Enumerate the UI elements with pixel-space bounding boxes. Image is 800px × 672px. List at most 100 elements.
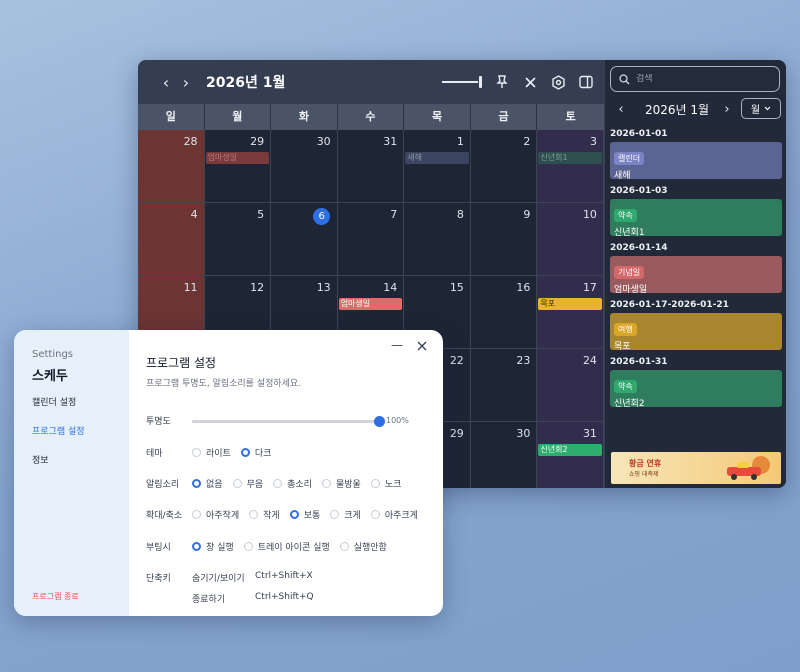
zoom-label: 확대/축소 xyxy=(146,511,183,521)
calendar-event[interactable]: 엄마생일 xyxy=(338,298,403,310)
day-cell[interactable]: 30 xyxy=(470,422,538,488)
day-cell[interactable]: 28 xyxy=(138,130,205,203)
radio-button[interactable] xyxy=(232,479,242,488)
day-cell[interactable]: 6 xyxy=(271,203,338,276)
search-box[interactable] xyxy=(610,66,780,92)
event-card[interactable]: 여행 목포 xyxy=(610,313,782,352)
event-card[interactable]: 기념일 엄마생일 xyxy=(610,256,782,295)
radio-button[interactable] xyxy=(330,510,340,519)
settings-window: Settings 스케두 캘린더 설정 프로그램 설정 정보 프로그램 종료 —… xyxy=(14,330,443,616)
day-cell[interactable]: 31 신년회2 xyxy=(537,422,604,488)
radio-button[interactable] xyxy=(249,510,259,519)
quit-program-link[interactable]: 프로그램 종료 xyxy=(32,591,79,602)
menu-info[interactable]: 정보 xyxy=(32,453,49,466)
day-cell[interactable]: 7 xyxy=(337,203,405,276)
boot-option[interactable]: 트레이 아이콘 실행 xyxy=(243,540,330,553)
calendar-event[interactable]: 목포 xyxy=(538,298,602,310)
prev-month-button[interactable]: ‹ xyxy=(156,73,176,92)
settings-gear-icon[interactable] xyxy=(550,74,566,90)
sound-option[interactable]: 무음 xyxy=(232,477,263,490)
radio-button[interactable] xyxy=(192,542,201,551)
opacity-thumb[interactable] xyxy=(374,415,385,427)
day-cell[interactable]: 29 엄마생일 xyxy=(204,130,272,203)
radio-button[interactable] xyxy=(321,479,331,488)
day-cell[interactable]: 1 새해 xyxy=(404,130,471,203)
zoom-option[interactable]: 보통 xyxy=(289,508,321,521)
radio-button[interactable] xyxy=(339,542,349,551)
date-number: 1 xyxy=(456,135,464,148)
shortcut-key: Ctrl+Shift+Q xyxy=(255,592,314,602)
close-icon[interactable] xyxy=(522,74,538,90)
day-cell[interactable]: 9 xyxy=(470,203,538,276)
event-card[interactable]: 캘린더 새해 xyxy=(610,142,782,181)
shortcut-key: Ctrl+Shift+X xyxy=(255,571,313,581)
zoom-option[interactable]: 아주작게 xyxy=(192,508,239,521)
day-cell[interactable]: 10 xyxy=(537,203,604,276)
day-cell[interactable]: 5 xyxy=(204,203,272,276)
day-cell[interactable]: 2 xyxy=(470,130,538,203)
pin-icon[interactable] xyxy=(494,74,510,90)
event-card[interactable]: 약속 신년회1 xyxy=(610,199,782,238)
zoom-options: 아주작게 작게 보통 크게 아주크게 xyxy=(192,508,428,521)
sidebar-prev-button[interactable]: ‹ xyxy=(611,102,631,117)
sound-option[interactable]: 없음 xyxy=(192,477,223,490)
radio-button[interactable] xyxy=(192,448,201,457)
day-cell[interactable]: 23 xyxy=(470,349,538,422)
shortcut-action: 종료하기 xyxy=(192,595,226,605)
zoom-option-label: 아주작게 xyxy=(206,511,240,521)
sound-option[interactable]: 물방울 xyxy=(321,477,361,490)
boot-option[interactable]: 실행안함 xyxy=(339,540,387,553)
radio-button[interactable] xyxy=(273,479,283,488)
app-name: 스케두 xyxy=(32,369,68,384)
opacity-slider-icon[interactable] xyxy=(442,76,482,88)
zoom-option-label: 보통 xyxy=(303,511,321,521)
day-cell[interactable]: 16 xyxy=(470,276,538,349)
next-month-button[interactable]: › xyxy=(176,73,196,92)
day-cell[interactable]: 30 xyxy=(271,130,338,203)
date-number: 23 xyxy=(516,354,531,367)
menu-calendar-settings[interactable]: 캘린더 설정 xyxy=(32,395,76,408)
view-select[interactable]: 월 xyxy=(741,98,781,119)
radio-button[interactable] xyxy=(289,510,299,519)
calendar-event[interactable]: 새해 xyxy=(405,152,469,164)
date-number: 14 xyxy=(383,281,398,294)
sidebar-month-label: 2026년 1월 xyxy=(645,102,710,117)
radio-button[interactable] xyxy=(192,510,201,519)
sidebar-toggle-icon[interactable] xyxy=(578,74,594,90)
sidebar-next-button[interactable]: › xyxy=(717,102,737,117)
ad-banner[interactable]: 황금 연휴 쇼핑 대축제 xyxy=(611,452,781,484)
date-number: 5 xyxy=(257,208,265,221)
theme-option[interactable]: 라이트 xyxy=(192,446,231,459)
search-input[interactable] xyxy=(636,74,766,84)
sound-option[interactable]: 총소리 xyxy=(273,477,312,490)
calendar-event[interactable]: 엄마생일 xyxy=(205,152,270,164)
day-cell[interactable]: 8 xyxy=(404,203,471,276)
settings-sidebar: Settings 스케두 캘린더 설정 프로그램 설정 정보 프로그램 종료 xyxy=(14,330,129,616)
boot-option[interactable]: 창 실행 xyxy=(192,540,234,553)
event-card[interactable]: 약속 신년회2 xyxy=(610,370,782,409)
opacity-slider[interactable] xyxy=(192,415,385,427)
radio-button[interactable] xyxy=(370,479,380,488)
close-settings-icon[interactable] xyxy=(417,340,427,354)
radio-button[interactable] xyxy=(370,510,380,519)
day-cell[interactable]: 4 xyxy=(138,203,205,276)
day-cell[interactable]: 24 xyxy=(537,349,604,422)
radio-button[interactable] xyxy=(192,479,201,488)
weekday-label: 목 xyxy=(404,104,471,130)
radio-button[interactable] xyxy=(243,542,253,551)
theme-option[interactable]: 다크 xyxy=(240,446,271,459)
zoom-option[interactable]: 크게 xyxy=(330,508,361,521)
radio-button[interactable] xyxy=(240,448,250,457)
sound-option[interactable]: 노크 xyxy=(370,477,401,490)
minimize-icon[interactable]: — xyxy=(391,338,403,352)
zoom-option[interactable]: 작게 xyxy=(249,508,280,521)
zoom-option[interactable]: 아주크게 xyxy=(370,508,418,521)
day-cell[interactable]: 17 목포 xyxy=(537,276,604,349)
day-cell[interactable]: 31 xyxy=(337,130,405,203)
day-cell[interactable]: 3 신년회1 xyxy=(537,130,604,203)
menu-program-settings[interactable]: 프로그램 설정 xyxy=(32,424,85,437)
calendar-event[interactable]: 신년회1 xyxy=(538,152,602,164)
event-date: 2026-01-03 xyxy=(610,186,668,196)
event-category-tag: 약속 xyxy=(614,380,637,393)
calendar-event[interactable]: 신년회2 xyxy=(538,444,602,456)
